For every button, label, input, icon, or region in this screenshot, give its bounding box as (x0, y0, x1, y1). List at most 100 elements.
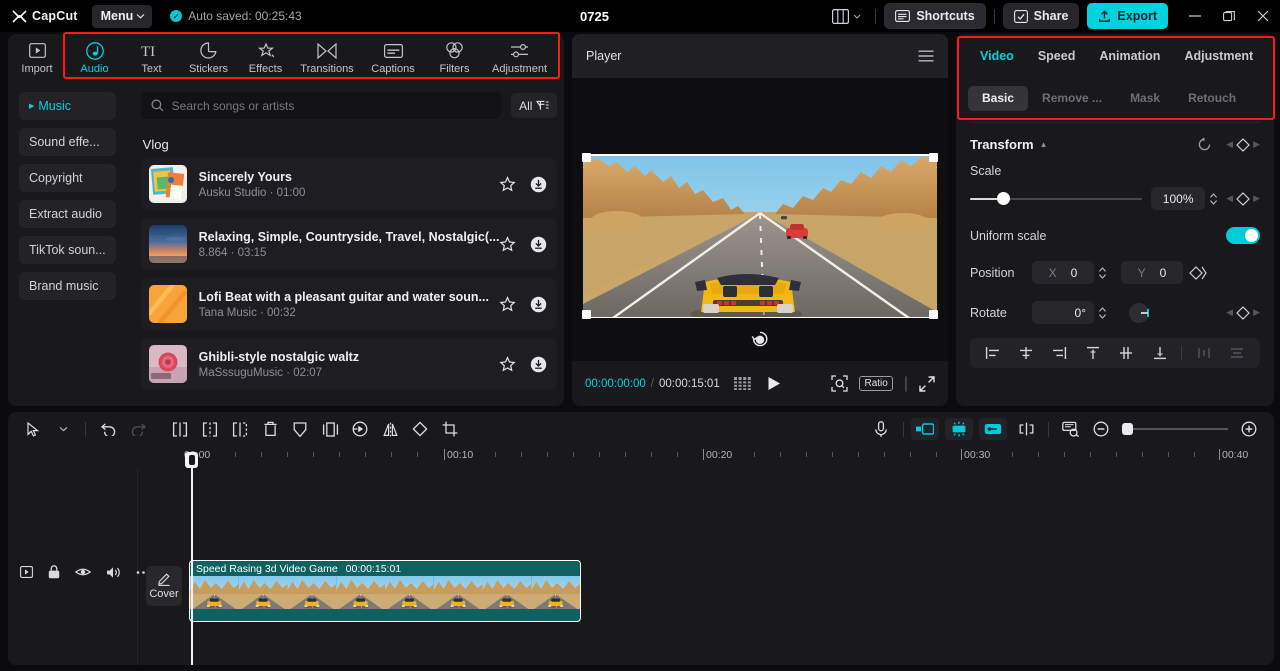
magnet-snap-icon[interactable] (945, 418, 973, 440)
sidebar-item-brand-music[interactable]: Brand music (19, 272, 116, 300)
track-preview-icon[interactable] (20, 566, 33, 578)
reset-icon[interactable] (1197, 137, 1212, 152)
resize-handle-bl[interactable] (582, 310, 591, 319)
subtab-basic[interactable]: Basic (968, 85, 1029, 111)
menu-button[interactable]: Menu (91, 4, 153, 28)
mirror-icon[interactable] (375, 415, 405, 443)
select-tool-dropdown-icon[interactable] (48, 415, 78, 443)
crop-shield-icon[interactable] (285, 415, 315, 443)
tab-stickers[interactable]: Stickers (180, 35, 237, 81)
delete-icon[interactable] (255, 415, 285, 443)
subtab-mask[interactable]: Mask (1116, 86, 1174, 111)
rotate-icon[interactable] (405, 415, 435, 443)
tab-speed[interactable]: Speed (1026, 49, 1088, 63)
minimize-button[interactable] (1178, 0, 1212, 32)
tab-transitions[interactable]: Transitions (294, 35, 360, 81)
download-icon[interactable] (530, 296, 547, 313)
rotate-stepper[interactable] (1098, 306, 1107, 320)
crop-icon[interactable] (435, 415, 465, 443)
tab-text[interactable]: TI Text (123, 35, 180, 81)
resize-handle-tl[interactable] (582, 153, 591, 162)
scale-slider[interactable] (970, 191, 1142, 206)
maximize-restore-button[interactable] (1212, 0, 1246, 32)
freeze-frame-icon[interactable] (315, 415, 345, 443)
play-button[interactable] (767, 376, 781, 391)
align-top-icon[interactable] (1076, 339, 1109, 367)
prev-keyframe-icon[interactable]: ◀ (1226, 307, 1233, 318)
close-button[interactable] (1246, 0, 1280, 32)
download-icon[interactable] (530, 176, 547, 193)
align-bottom-icon[interactable] (1143, 339, 1176, 367)
zoom-in-icon[interactable] (1234, 415, 1264, 443)
tab-captions[interactable]: Captions (360, 35, 426, 81)
keyframe-control[interactable]: ◀ ▶ (1226, 137, 1260, 152)
slider-knob[interactable] (997, 191, 1010, 205)
sidebar-item-music[interactable]: ▶ Music (19, 92, 116, 120)
distribute-vertical-icon[interactable] (1221, 339, 1254, 367)
ratio-button[interactable]: Ratio (859, 376, 893, 391)
sidebar-item-sound-effects[interactable]: Sound effe... (19, 128, 116, 156)
subtab-retouch[interactable]: Retouch (1174, 86, 1250, 111)
favorite-star-icon[interactable] (499, 355, 517, 373)
list-item[interactable]: Relaxing, Simple, Countryside, Travel, N… (140, 218, 558, 270)
tab-filters[interactable]: Filters (426, 35, 483, 81)
favorite-star-icon[interactable] (499, 295, 517, 313)
next-keyframe-icon[interactable]: ▶ (1253, 139, 1260, 150)
video-preview[interactable] (582, 153, 938, 319)
split-right-icon[interactable] (225, 415, 255, 443)
split-icon[interactable] (195, 415, 225, 443)
timeline-zoom-slider[interactable] (1122, 422, 1228, 436)
preview-thumbnails-icon[interactable] (1056, 415, 1086, 443)
split-screen-icon[interactable] (1011, 415, 1041, 443)
favorite-star-icon[interactable] (499, 175, 517, 193)
favorite-star-icon[interactable] (499, 235, 517, 253)
position-keyframe-control[interactable] (1189, 265, 1207, 280)
tab-adjustment[interactable]: Adjustment (1172, 49, 1265, 63)
player-menu-icon[interactable] (918, 50, 934, 62)
link-clips-icon[interactable] (979, 418, 1007, 440)
scale-stepper[interactable] (1209, 192, 1218, 206)
resize-handle-br[interactable] (929, 310, 938, 319)
playhead-handle[interactable] (185, 452, 198, 468)
resize-handle-tr[interactable] (929, 153, 938, 162)
align-left-icon[interactable] (976, 339, 1009, 367)
uniform-scale-toggle[interactable] (1226, 227, 1260, 244)
download-icon[interactable] (530, 356, 547, 373)
rotate-keyframe-control[interactable]: ◀ ▶ (1226, 305, 1260, 320)
magnifier-fit-icon[interactable] (831, 375, 849, 392)
next-keyframe-icon[interactable]: ▶ (1253, 307, 1260, 318)
slider-knob[interactable] (1122, 423, 1133, 435)
filter-all-button[interactable]: All (511, 93, 558, 118)
eye-visibility-icon[interactable] (75, 566, 91, 578)
prev-keyframe-icon[interactable]: ◀ (1226, 193, 1233, 204)
scale-value-input[interactable]: 100% (1151, 187, 1206, 210)
record-mic-icon[interactable] (866, 415, 896, 443)
position-y-input[interactable]: Y 0 (1121, 261, 1183, 284)
cover-button[interactable]: Cover (146, 566, 182, 606)
sidebar-item-tiktok-sounds[interactable]: TikTok soun... (19, 236, 116, 264)
timeline-clip[interactable]: Speed Rasing 3d Video Game 00:00:15:01 (189, 560, 581, 622)
split-left-icon[interactable] (165, 415, 195, 443)
lock-icon[interactable] (48, 565, 60, 579)
scale-keyframe-control[interactable]: ◀ ▶ (1226, 191, 1260, 206)
download-icon[interactable] (530, 236, 547, 253)
tab-effects[interactable]: Effects (237, 35, 294, 81)
shortcuts-button[interactable]: Shortcuts (884, 3, 986, 29)
sidebar-item-copyright[interactable]: Copyright (19, 164, 116, 192)
subtab-remove-bg[interactable]: Remove ... (1028, 86, 1116, 111)
list-item[interactable]: Sincerely Yours Ausku Studio · 01:00 (140, 158, 558, 210)
tab-adjustment[interactable]: Adjustment (483, 35, 556, 81)
list-item[interactable]: Ghibli-style nostalgic waltz MaSssuguMus… (140, 338, 558, 390)
rotate-dial[interactable] (1129, 302, 1149, 323)
zoom-out-icon[interactable] (1086, 415, 1116, 443)
export-button[interactable]: Export (1087, 3, 1168, 29)
search-input[interactable]: Search songs or artists (140, 92, 502, 119)
auto-snap-start-icon[interactable] (911, 418, 939, 440)
tab-animation[interactable]: Animation (1087, 49, 1172, 63)
frames-view-icon[interactable] (733, 377, 751, 390)
layout-switch-button[interactable] (826, 4, 867, 28)
undo-icon[interactable] (93, 415, 123, 443)
tab-audio[interactable]: Audio (66, 35, 123, 81)
sidebar-item-extract-audio[interactable]: Extract audio (19, 200, 116, 228)
fullscreen-icon[interactable] (919, 375, 935, 392)
